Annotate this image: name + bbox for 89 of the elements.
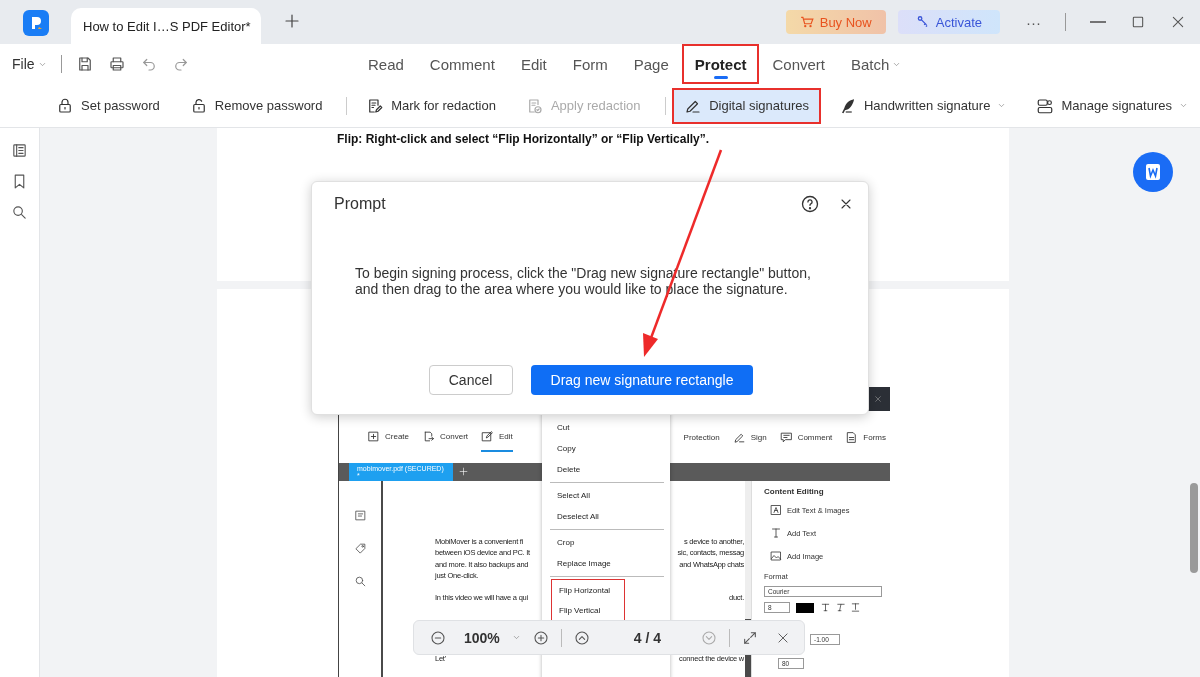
zoom-out-button[interactable] xyxy=(430,629,446,646)
fullscreen-button[interactable] xyxy=(742,629,759,646)
menu-item[interactable]: Cut xyxy=(550,417,664,438)
activate-button[interactable]: Activate xyxy=(897,10,1000,34)
menu-tab[interactable]: Protect xyxy=(681,44,760,84)
outline-icon xyxy=(11,142,28,159)
bold-icon xyxy=(820,602,831,613)
plus-icon xyxy=(283,12,301,30)
menu-tab[interactable]: Batch xyxy=(838,44,915,84)
panel-heading: Content Editing xyxy=(764,487,825,496)
color-swatch[interactable] xyxy=(796,602,814,613)
toolbar-button[interactable]: Set password xyxy=(44,87,172,124)
print-icon xyxy=(107,55,126,73)
menu-item[interactable]: Copy xyxy=(550,438,664,459)
convert-icon xyxy=(422,429,435,443)
toolbar-button[interactable]: Protection xyxy=(683,423,720,451)
down-circle-icon xyxy=(701,629,718,646)
image-icon xyxy=(770,550,782,562)
close-icon xyxy=(776,630,791,645)
menu-item[interactable]: Delete xyxy=(550,459,664,480)
zoom-level[interactable]: 100% xyxy=(464,629,500,646)
plus-square-icon xyxy=(367,429,380,443)
scrollbar-thumb[interactable] xyxy=(1190,483,1198,573)
caret-icon xyxy=(997,101,1007,110)
text-cursor-icon xyxy=(770,527,782,539)
help-icon xyxy=(800,194,820,214)
menu-tab[interactable]: Comment xyxy=(416,44,508,84)
toolbar-button[interactable]: Mark for redaction xyxy=(354,87,508,124)
toolbar-button[interactable]: Sign xyxy=(732,423,767,451)
minus-circle-icon xyxy=(430,629,446,646)
text-box-icon xyxy=(770,504,782,516)
page-indicator: 4 / 4 xyxy=(633,629,662,646)
menu-tab[interactable]: Read xyxy=(355,44,417,84)
scrollbar[interactable] xyxy=(745,481,751,619)
key-icon xyxy=(915,15,930,29)
edit-icon xyxy=(481,429,495,443)
signature-cards-icon xyxy=(1036,96,1055,115)
up-circle-icon xyxy=(573,629,590,646)
caret-icon xyxy=(511,633,521,642)
toolbar-button[interactable]: Convert xyxy=(422,422,469,450)
previous-page-button[interactable] xyxy=(573,629,590,646)
document-pen-icon xyxy=(366,96,385,115)
document-text: Flip: Right-click and select “Flip Horizontally” or “Flip Vertically”. xyxy=(337,132,711,146)
app-logo-icon xyxy=(23,10,49,36)
search-icon xyxy=(11,204,28,221)
menu-tab[interactable]: Form xyxy=(559,44,621,84)
toolbar-button[interactable]: Handwritten signature xyxy=(826,87,1019,124)
plus-circle-icon xyxy=(532,629,549,646)
search-icon xyxy=(353,575,367,588)
toolbar-button[interactable]: Forms xyxy=(845,423,886,451)
close-icon xyxy=(874,395,882,403)
menu-item[interactable]: Deselect All xyxy=(550,506,664,527)
tag-icon xyxy=(353,542,367,555)
menu-item[interactable]: Flip Horizontal xyxy=(552,580,624,600)
close-icon xyxy=(1170,14,1186,30)
toolbar-button[interactable]: Create xyxy=(367,422,409,450)
menu-tab[interactable]: Edit xyxy=(507,44,560,84)
minimize-icon xyxy=(1090,21,1106,23)
menu-item[interactable]: Select All xyxy=(550,485,664,506)
menu-tab[interactable]: Convert xyxy=(759,44,838,84)
toolbar-button[interactable]: Comment xyxy=(779,423,833,451)
menu-item[interactable]: Flip Vertical xyxy=(552,600,624,620)
menu-item[interactable]: Crop xyxy=(550,532,664,553)
form-icon xyxy=(845,430,859,444)
menu-item[interactable]: Replace Image xyxy=(550,553,664,574)
drag-signature-button[interactable]: Drag new signature rectangle xyxy=(530,365,754,395)
close-button[interactable] xyxy=(776,630,791,645)
document-tab[interactable]: How to Edit I…S PDF Editor* xyxy=(71,8,261,44)
cancel-button[interactable]: Cancel xyxy=(428,365,513,395)
help-button[interactable] xyxy=(800,194,820,214)
cart-icon xyxy=(799,15,814,29)
menu-tab[interactable]: Page xyxy=(620,44,682,84)
toolbar-button[interactable]: Remove password xyxy=(177,87,335,124)
toolbar-button[interactable]: Edit xyxy=(481,422,513,452)
plus-icon xyxy=(459,467,468,476)
toolbar-button[interactable]: Manage signatures xyxy=(1024,87,1200,124)
italic-icon xyxy=(835,602,846,613)
maximize-icon xyxy=(1130,14,1146,30)
zoom-in-button[interactable] xyxy=(532,629,549,646)
comment-icon xyxy=(779,430,793,444)
dialog-title: Prompt xyxy=(334,195,387,213)
lock-icon xyxy=(56,96,74,115)
page-icon xyxy=(353,509,367,522)
underline-icon xyxy=(850,602,861,613)
file-menu[interactable]: File xyxy=(12,56,47,72)
toolbar-button[interactable]: Digital signatures xyxy=(672,87,821,124)
more-button[interactable]: ··· xyxy=(1026,13,1041,31)
expand-icon xyxy=(742,629,759,646)
caret-icon xyxy=(1179,101,1188,110)
